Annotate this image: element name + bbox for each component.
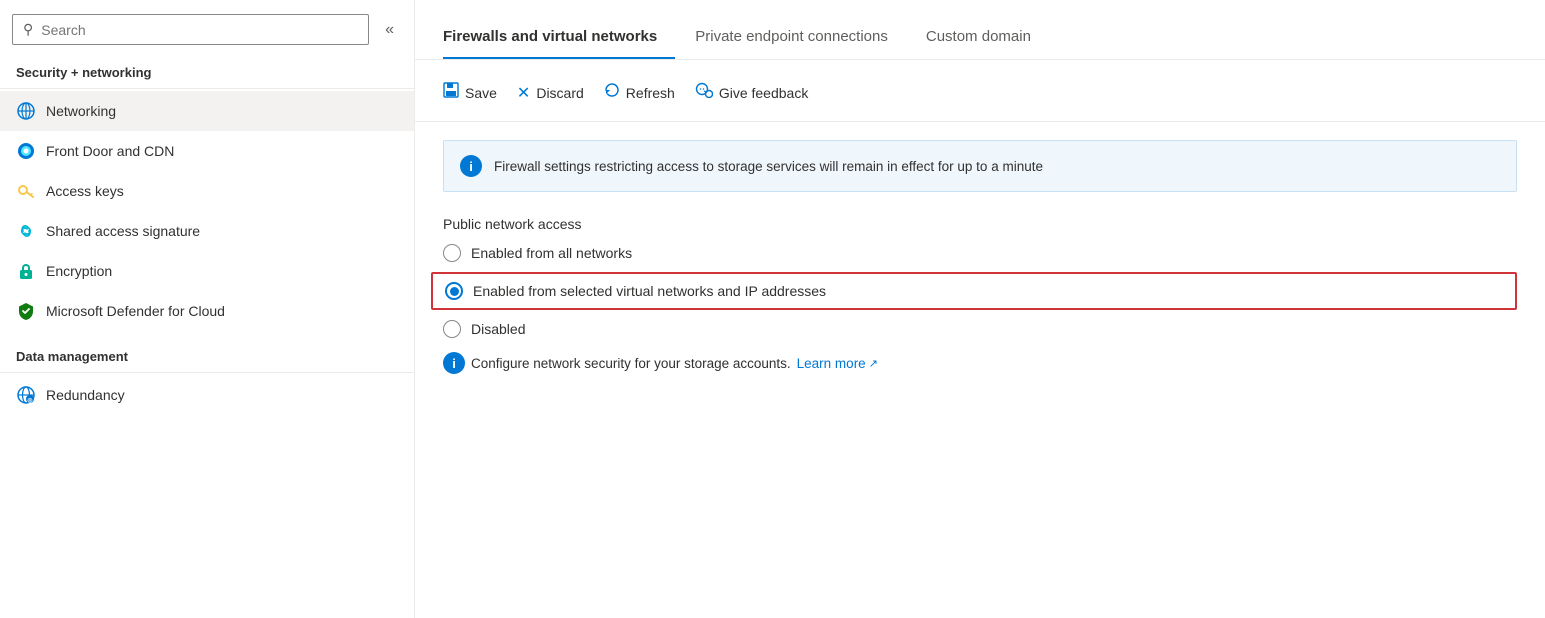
- radio-disabled-label: Disabled: [471, 321, 525, 337]
- refresh-icon: [604, 82, 620, 103]
- tab-private-endpoint[interactable]: Private endpoint connections: [695, 18, 906, 59]
- sidebar-item-frontdoor-label: Front Door and CDN: [46, 143, 174, 159]
- sidebar-item-defender-label: Microsoft Defender for Cloud: [46, 303, 225, 319]
- sidebar-item-shared-access[interactable]: Shared access signature: [0, 211, 414, 251]
- save-label: Save: [465, 85, 497, 101]
- sidebar-scroll-area: Security + networking Networking: [0, 55, 414, 618]
- feedback-icon: [695, 82, 713, 103]
- sidebar-item-access-keys-label: Access keys: [46, 183, 124, 199]
- frontdoor-icon: [16, 141, 36, 161]
- main-content: Firewalls and virtual networks Private e…: [415, 0, 1545, 618]
- link-icon: [16, 221, 36, 241]
- info-icon: i: [460, 155, 482, 177]
- radio-option-selected-networks[interactable]: Enabled from selected virtual networks a…: [431, 272, 1517, 310]
- divider-2: [0, 372, 414, 373]
- learn-more-info-icon: i: [443, 352, 465, 374]
- toolbar: Save ✕ Discard Refresh: [415, 60, 1545, 122]
- sidebar-item-encryption-label: Encryption: [46, 263, 112, 279]
- sidebar: ⚲ « Security + networking Networking: [0, 0, 415, 618]
- learn-more-link[interactable]: Learn more ↗: [797, 356, 878, 371]
- search-icon: ⚲: [23, 21, 33, 38]
- network-access-section: Public network access Enabled from all n…: [415, 192, 1545, 398]
- networking-icon: [16, 101, 36, 121]
- tab-custom-domain[interactable]: Custom domain: [926, 18, 1049, 59]
- lock-icon: [16, 261, 36, 281]
- radio-selected-networks[interactable]: [445, 282, 463, 300]
- tabs-row: Firewalls and virtual networks Private e…: [415, 0, 1545, 60]
- save-icon: [443, 82, 459, 103]
- radio-selected-networks-label: Enabled from selected virtual networks a…: [473, 283, 826, 299]
- refresh-label: Refresh: [626, 85, 675, 101]
- radio-all-networks-label: Enabled from all networks: [471, 245, 632, 261]
- defender-icon: [16, 301, 36, 321]
- sidebar-item-shared-access-label: Shared access signature: [46, 223, 200, 239]
- refresh-button[interactable]: Refresh: [604, 76, 691, 109]
- sidebar-item-frontdoor[interactable]: Front Door and CDN: [0, 131, 414, 171]
- search-input[interactable]: [41, 22, 358, 38]
- sidebar-item-redundancy[interactable]: ◎ Redundancy: [0, 375, 414, 415]
- info-banner: i Firewall settings restricting access t…: [443, 140, 1517, 192]
- sidebar-item-networking[interactable]: Networking: [0, 91, 414, 131]
- sidebar-item-defender[interactable]: Microsoft Defender for Cloud: [0, 291, 414, 331]
- section-header-security: Security + networking: [0, 55, 414, 86]
- feedback-button[interactable]: Give feedback: [695, 76, 825, 109]
- radio-option-all-networks[interactable]: Enabled from all networks: [443, 244, 1517, 262]
- sidebar-search-row: ⚲ «: [0, 0, 414, 55]
- info-banner-text: Firewall settings restricting access to …: [494, 159, 1043, 174]
- radio-option-disabled[interactable]: Disabled: [443, 320, 1517, 338]
- discard-button[interactable]: ✕ Discard: [517, 77, 600, 109]
- radio-disabled[interactable]: [443, 320, 461, 338]
- svg-text:◎: ◎: [27, 398, 33, 404]
- tab-firewalls[interactable]: Firewalls and virtual networks: [443, 18, 675, 59]
- feedback-label: Give feedback: [719, 85, 809, 101]
- sidebar-item-access-keys[interactable]: Access keys: [0, 171, 414, 211]
- external-link-icon: ↗: [869, 357, 878, 370]
- key-icon: [16, 181, 36, 201]
- save-button[interactable]: Save: [443, 76, 513, 109]
- divider: [0, 88, 414, 89]
- radio-all-networks[interactable]: [443, 244, 461, 262]
- discard-icon: ✕: [517, 83, 530, 103]
- public-network-access-label: Public network access: [443, 216, 1517, 232]
- discard-label: Discard: [536, 85, 583, 101]
- learn-more-label: Learn more: [797, 356, 866, 371]
- sidebar-item-redundancy-label: Redundancy: [46, 387, 125, 403]
- sidebar-item-encryption[interactable]: Encryption: [0, 251, 414, 291]
- sidebar-search-box[interactable]: ⚲: [12, 14, 369, 45]
- section-header-data-management: Data management: [0, 339, 414, 370]
- sidebar-collapse-button[interactable]: «: [377, 17, 402, 43]
- globe-icon: ◎: [16, 385, 36, 405]
- learn-more-prefix: Configure network security for your stor…: [471, 356, 791, 371]
- sidebar-item-networking-label: Networking: [46, 103, 116, 119]
- learn-more-row: i Configure network security for your st…: [443, 352, 1517, 374]
